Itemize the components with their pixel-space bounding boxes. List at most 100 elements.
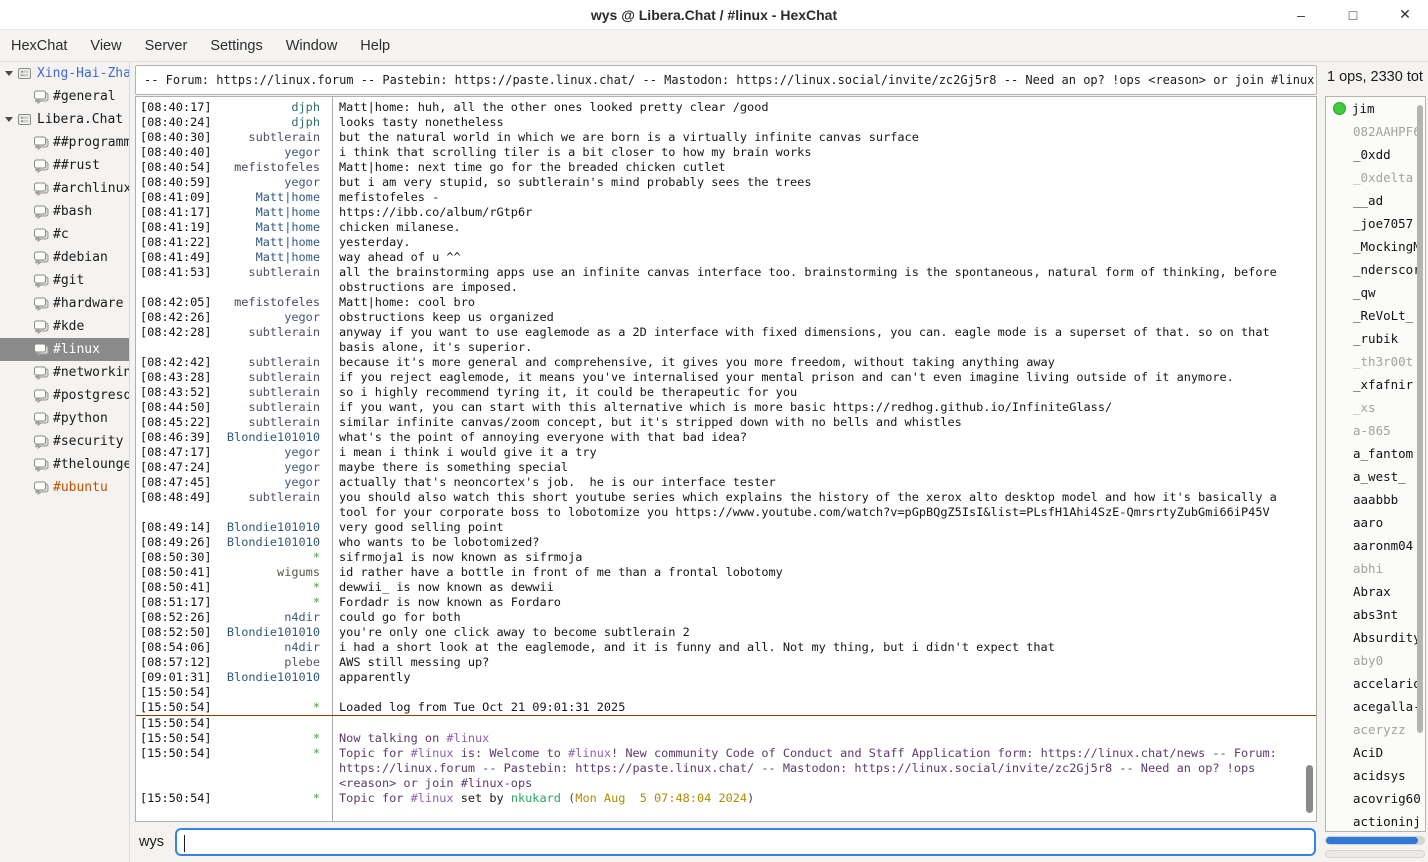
nick[interactable]: * xyxy=(313,791,320,806)
user-row-acegalla-[interactable]: acegalla- xyxy=(1326,695,1425,718)
userlist-hscrollbar-track[interactable] xyxy=(1325,850,1425,858)
user-row-_rubik[interactable]: _rubik xyxy=(1326,327,1425,350)
message-input[interactable] xyxy=(177,830,1314,854)
expander-icon[interactable] xyxy=(2,117,16,122)
tree-channel-postgresql[interactable]: #postgresql xyxy=(0,384,129,407)
user-row-_th3r00t[interactable]: _th3r00t xyxy=(1326,350,1425,373)
nick[interactable]: Matt|home xyxy=(256,250,320,265)
tree-server-xinghaizhan[interactable]: Xing-Hai-Zhan xyxy=(0,62,129,85)
tree-server-liberachat[interactable]: Libera.Chat xyxy=(0,108,129,131)
menu-window[interactable]: Window xyxy=(277,33,347,59)
maximize-icon[interactable]: □ xyxy=(1344,7,1362,23)
nick[interactable]: * xyxy=(313,731,320,746)
nick[interactable]: mefistofeles xyxy=(234,160,320,175)
menu-server[interactable]: Server xyxy=(136,33,197,59)
tree-channel-thelounge[interactable]: #thelounge xyxy=(0,453,129,476)
menu-help[interactable]: Help xyxy=(351,33,399,59)
tree-channel-general[interactable]: #general xyxy=(0,85,129,108)
user-row-aaro[interactable]: aaro xyxy=(1326,511,1425,534)
nick[interactable]: djph xyxy=(291,100,320,115)
nick[interactable]: * xyxy=(313,746,320,761)
userlist-hscrollbar-thumb[interactable] xyxy=(1326,837,1418,844)
userlist-hscrollbar[interactable] xyxy=(1325,836,1425,845)
minimize-icon[interactable]: – xyxy=(1292,7,1310,23)
user-row-abs3nt[interactable]: abs3nt xyxy=(1326,603,1425,626)
nick[interactable]: subtlerain xyxy=(248,400,320,415)
nick[interactable]: subtlerain xyxy=(248,355,320,370)
user-row-absurdity[interactable]: Absurdity xyxy=(1326,626,1425,649)
user-row-a_west_[interactable]: a_west_ xyxy=(1326,465,1425,488)
tree-channel-hardware[interactable]: #hardware xyxy=(0,292,129,315)
tree-channel-networking[interactable]: #networking xyxy=(0,361,129,384)
nick[interactable]: yegor xyxy=(284,445,320,460)
tree-channel-programmin[interactable]: ##programmin xyxy=(0,131,129,154)
nick[interactable]: * xyxy=(313,595,320,610)
tree-channel-git[interactable]: #git xyxy=(0,269,129,292)
tree-channel-security[interactable]: #security xyxy=(0,430,129,453)
user-row-a-865[interactable]: a-865 xyxy=(1326,419,1425,442)
menu-settings[interactable]: Settings xyxy=(201,33,271,59)
user-row-_mockingm[interactable]: _MockingM xyxy=(1326,235,1425,258)
user-row-082aahpf6[interactable]: 082AAHPF6 xyxy=(1326,120,1425,143)
user-row-acovrig60[interactable]: acovrig60 xyxy=(1326,787,1425,810)
user-row-_0xdd[interactable]: _0xdd xyxy=(1326,143,1425,166)
user-row-_0xdelta[interactable]: _0xdelta xyxy=(1326,166,1425,189)
user-row-__ad[interactable]: __ad xyxy=(1326,189,1425,212)
nick[interactable]: Matt|home xyxy=(256,235,320,250)
nick[interactable]: subtlerain xyxy=(248,265,320,280)
tree-channel-archlinux[interactable]: #archlinux xyxy=(0,177,129,200)
nick[interactable]: subtlerain xyxy=(248,325,320,340)
nick[interactable]: subtlerain xyxy=(248,415,320,430)
nick[interactable]: yegor xyxy=(284,175,320,190)
nick[interactable]: subtlerain xyxy=(248,130,320,145)
close-icon[interactable]: ✕ xyxy=(1396,6,1414,23)
nick[interactable]: subtlerain xyxy=(248,385,320,400)
chat-area[interactable]: [08:40:17]djphMatt|home: huh, all the ot… xyxy=(135,96,1317,822)
user-row-aaronm04[interactable]: aaronm04 xyxy=(1326,534,1425,557)
expander-icon[interactable] xyxy=(2,71,16,76)
user-row-abrax[interactable]: Abrax xyxy=(1326,580,1425,603)
user-row-acidsys[interactable]: acidsys xyxy=(1326,764,1425,787)
nick[interactable]: Blondie101010 xyxy=(227,520,320,535)
nick[interactable]: Matt|home xyxy=(256,190,320,205)
user-row-_xs[interactable]: _xs xyxy=(1326,396,1425,419)
user-row-a_fantom[interactable]: a_fantom xyxy=(1326,442,1425,465)
nick[interactable]: Blondie101010 xyxy=(227,670,320,685)
nick[interactable]: Blondie101010 xyxy=(227,535,320,550)
tree-channel-bash[interactable]: #bash xyxy=(0,200,129,223)
nick[interactable]: n4dir xyxy=(284,610,320,625)
user-row-aaabbb[interactable]: aaabbb xyxy=(1326,488,1425,511)
user-row-abhi[interactable]: abhi xyxy=(1326,557,1425,580)
nick[interactable]: * xyxy=(313,700,320,715)
nick[interactable]: Matt|home xyxy=(256,220,320,235)
topic-bar[interactable]: -- Forum: https://linux.forum -- Pastebi… xyxy=(135,65,1317,95)
user-row-jim[interactable]: jim xyxy=(1326,97,1425,120)
user-row-acid[interactable]: AciD xyxy=(1326,741,1425,764)
nick[interactable]: yegor xyxy=(284,460,320,475)
nick[interactable]: * xyxy=(313,580,320,595)
nick[interactable]: subtlerain xyxy=(248,370,320,385)
tree-channel-c[interactable]: #c xyxy=(0,223,129,246)
nick[interactable]: Matt|home xyxy=(256,205,320,220)
nick[interactable]: plebe xyxy=(284,655,320,670)
nick[interactable]: wigums xyxy=(277,565,320,580)
nick[interactable]: n4dir xyxy=(284,640,320,655)
nick[interactable]: Blondie101010 xyxy=(227,430,320,445)
chat-scrollbar[interactable] xyxy=(1306,765,1313,813)
message-input-box[interactable] xyxy=(175,828,1316,856)
user-row-aceryzz[interactable]: aceryzz xyxy=(1326,718,1425,741)
userlist-scrollbar-thumb[interactable] xyxy=(1417,105,1423,733)
nick[interactable]: yegor xyxy=(284,145,320,160)
tree-channel-ubuntu[interactable]: #ubuntu xyxy=(0,476,129,499)
user-row-actioninj[interactable]: actioninj xyxy=(1326,810,1425,832)
nick[interactable]: djph xyxy=(291,115,320,130)
nick[interactable]: yegor xyxy=(284,310,320,325)
tree-channel-rust[interactable]: ##rust xyxy=(0,154,129,177)
menu-hexchat[interactable]: HexChat xyxy=(2,33,76,59)
user-row-aby0[interactable]: aby0 xyxy=(1326,649,1425,672)
tree-channel-debian[interactable]: #debian xyxy=(0,246,129,269)
tree-channel-linux[interactable]: #linux xyxy=(0,338,129,361)
tree-channel-python[interactable]: #python xyxy=(0,407,129,430)
nick[interactable]: mefistofeles xyxy=(234,295,320,310)
userlist-scrollbar[interactable] xyxy=(1416,99,1424,829)
